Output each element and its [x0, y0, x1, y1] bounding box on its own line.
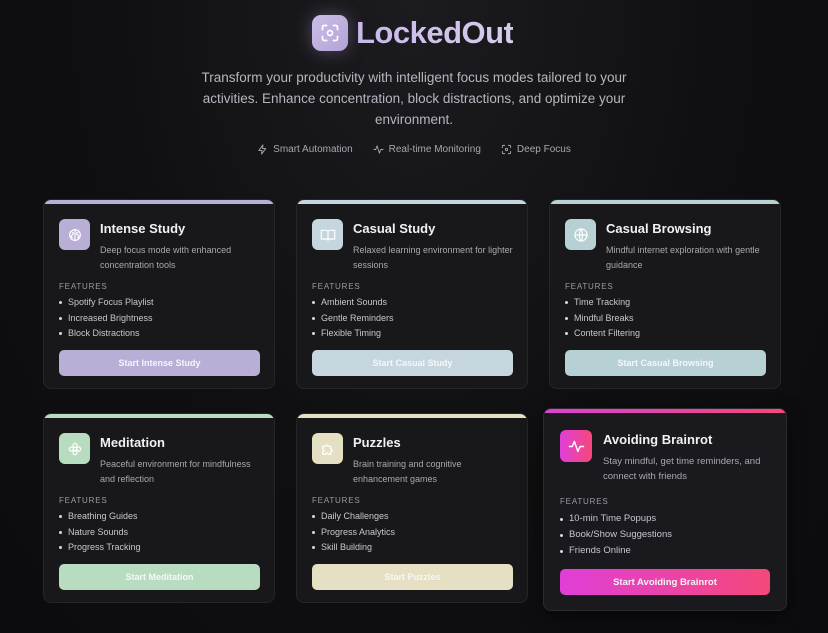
feature-badges: Smart Automation Real-time Monitoring De… — [0, 144, 828, 155]
focus-icon — [312, 15, 348, 51]
start-meditation-button[interactable]: Start Meditation — [59, 564, 260, 590]
card-title: Avoiding Brainrot — [603, 432, 713, 447]
feature-text: Nature Sounds — [68, 526, 129, 537]
feature-text: Flexible Timing — [321, 328, 382, 338]
feature-text: Ambient Sounds — [321, 297, 388, 307]
list-item: Skill Building — [312, 540, 395, 556]
feature-list: Daily Challenges Progress Analytics Skil… — [312, 509, 395, 556]
card-title: Casual Study — [353, 221, 436, 236]
badge-deep-focus: Deep Focus — [501, 144, 571, 155]
puzzle-icon — [312, 433, 343, 464]
mode-card-avoiding-brainrot: Avoiding Brainrot Stay mindful, get time… — [543, 408, 787, 611]
badge-label: Smart Automation — [273, 144, 353, 155]
card-title: Meditation — [100, 435, 165, 450]
list-item: Spotify Focus Playlist — [59, 295, 154, 311]
card-description: Mindful internet exploration with gentle… — [606, 245, 760, 270]
badge-label: Real-time Monitoring — [388, 144, 481, 155]
feature-text: Friends Online — [569, 545, 631, 556]
features-label: FEATURES — [565, 282, 614, 291]
features-label: FEATURES — [59, 496, 108, 505]
badge-label: Deep Focus — [516, 144, 571, 155]
globe-icon — [565, 219, 596, 250]
card-accent-bar — [544, 409, 786, 413]
start-casual-study-button[interactable]: Start Casual Study — [312, 350, 513, 376]
feature-text: Spotify Focus Playlist — [68, 297, 154, 307]
card-title: Intense Study — [100, 221, 186, 236]
mode-card-casual-study: Casual Study Relaxed learning environmen… — [296, 199, 528, 389]
card-accent-bar — [44, 200, 274, 204]
features-label: FEATURES — [59, 282, 108, 291]
feature-text: Progress Tracking — [68, 542, 141, 552]
features-label: FEATURES — [312, 496, 361, 505]
list-item: Block Distractions — [59, 326, 154, 342]
list-item: Content Filtering — [565, 326, 640, 342]
feature-text: Content Filtering — [574, 328, 641, 338]
flower-icon — [59, 433, 90, 464]
feature-text: Book/Show Suggestions — [569, 529, 672, 540]
feature-text: Mindful Breaks — [574, 312, 634, 323]
mode-card-intense-study: Intense Study Deep focus mode with enhan… — [43, 199, 275, 389]
list-item: Mindful Breaks — [565, 311, 640, 327]
feature-text: Breathing Guides — [68, 511, 138, 521]
feature-text: 10-min Time Popups — [569, 513, 657, 524]
list-item: Friends Online — [560, 543, 672, 559]
pulse-icon — [560, 430, 592, 462]
card-title: Puzzles — [353, 435, 401, 450]
features-label: FEATURES — [560, 497, 609, 506]
card-accent-bar — [297, 200, 527, 204]
card-accent-bar — [297, 414, 527, 418]
list-item: Ambient Sounds — [312, 295, 394, 311]
start-casual-browsing-button[interactable]: Start Casual Browsing — [565, 350, 766, 376]
feature-list: Ambient Sounds Gentle Reminders Flexible… — [312, 295, 394, 342]
card-description: Relaxed learning environment for lighter… — [353, 245, 513, 270]
lightning-icon — [258, 144, 267, 155]
list-item: Time Tracking — [565, 295, 640, 311]
list-item: Gentle Reminders — [312, 311, 394, 327]
list-item: Progress Tracking — [59, 540, 141, 556]
feature-text: Progress Analytics — [321, 526, 396, 537]
card-description: Stay mindful, get time reminders, and co… — [603, 456, 761, 482]
card-title: Casual Browsing — [606, 221, 712, 236]
start-puzzles-button[interactable]: Start Puzzles — [312, 564, 513, 590]
feature-text: Daily Challenges — [321, 511, 389, 521]
list-item: Book/Show Suggestions — [560, 527, 672, 543]
badge-realtime-monitoring: Real-time Monitoring — [373, 144, 481, 155]
feature-text: Time Tracking — [574, 297, 631, 307]
feature-text: Skill Building — [321, 542, 373, 552]
feature-list: Time Tracking Mindful Breaks Content Fil… — [565, 295, 640, 342]
brain-icon — [59, 219, 90, 250]
list-item: Breathing Guides — [59, 509, 141, 525]
logo: LockedOut — [312, 15, 514, 51]
badge-smart-automation: Smart Automation — [257, 144, 353, 155]
mode-card-casual-browsing: Casual Browsing Mindful internet explora… — [549, 199, 781, 389]
app-title: LockedOut — [356, 15, 514, 50]
start-avoiding-brainrot-button[interactable]: Start Avoiding Brainrot — [560, 569, 770, 595]
list-item: Flexible Timing — [312, 326, 394, 342]
features-label: FEATURES — [312, 282, 361, 291]
card-accent-bar — [44, 414, 274, 418]
book-icon — [312, 219, 343, 250]
card-description: Brain training and cognitive enhancement… — [353, 459, 462, 484]
list-item: 10-min Time Popups — [560, 511, 672, 527]
card-description: Deep focus mode with enhanced concentrat… — [100, 245, 232, 270]
feature-list: Spotify Focus Playlist Increased Brightn… — [59, 295, 154, 342]
mode-card-meditation: Meditation Peaceful environment for mind… — [43, 413, 275, 603]
start-intense-study-button[interactable]: Start Intense Study — [59, 350, 260, 376]
feature-text: Block Distractions — [68, 328, 140, 338]
activity-icon — [373, 145, 384, 154]
feature-text: Increased Brightness — [68, 312, 153, 323]
list-item: Nature Sounds — [59, 525, 141, 541]
card-description: Peaceful environment for mindfulness and… — [100, 459, 251, 484]
feature-list: Breathing Guides Nature Sounds Progress … — [59, 509, 141, 556]
focus-icon — [501, 144, 511, 155]
app-subtitle: Transform your productivity with intelli… — [201, 70, 627, 127]
mode-card-puzzles: Puzzles Brain training and cognitive enh… — [296, 413, 528, 603]
list-item: Increased Brightness — [59, 311, 154, 327]
feature-text: Gentle Reminders — [321, 312, 394, 323]
list-item: Progress Analytics — [312, 525, 395, 541]
feature-list: 10-min Time Popups Book/Show Suggestions… — [560, 511, 672, 559]
card-accent-bar — [550, 200, 780, 204]
list-item: Daily Challenges — [312, 509, 395, 525]
